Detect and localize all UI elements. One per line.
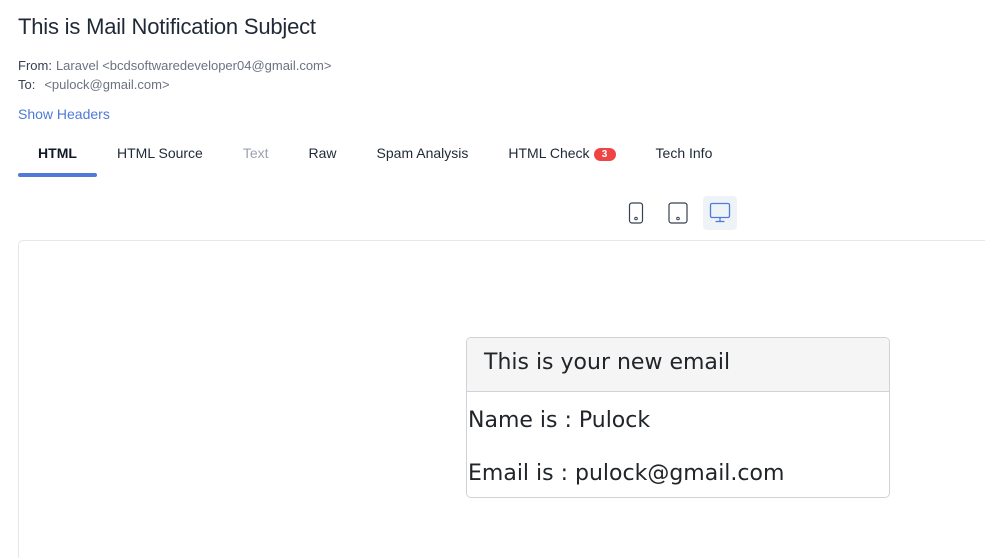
to-row: To: <pulock@gmail.com> (18, 77, 170, 92)
desktop-view-button[interactable] (703, 196, 737, 230)
html-check-count-badge: 3 (593, 148, 616, 161)
tab-spam-analysis[interactable]: Spam Analysis (377, 133, 469, 177)
to-label: To: (18, 77, 36, 92)
tablet-view-button[interactable] (661, 196, 695, 230)
email-body-card: This is your new email Name is : Pulock … (466, 337, 890, 498)
tab-text[interactable]: Text (243, 133, 269, 177)
tab-html-source[interactable]: HTML Source (117, 133, 203, 177)
tab-html-check-label: HTML Check (508, 145, 590, 161)
tablet-icon (668, 202, 688, 224)
tab-html[interactable]: HTML (18, 133, 97, 177)
from-label: From: (18, 58, 52, 73)
tab-tech-info[interactable]: Tech Info (656, 133, 713, 177)
email-name-line: Name is : Pulock (468, 408, 651, 433)
mobile-view-button[interactable] (619, 196, 653, 230)
email-address-line: Email is : pulock@gmail.com (468, 461, 785, 486)
email-card-heading: This is your new email (467, 338, 889, 392)
tab-html-check[interactable]: HTML Check 3 (508, 133, 616, 177)
to-value: <pulock@gmail.com> (44, 77, 170, 92)
tab-raw[interactable]: Raw (309, 133, 337, 177)
desktop-icon (709, 202, 731, 223)
from-value: Laravel <bcdsoftwaredeveloper04@gmail.co… (55, 58, 332, 73)
from-row: From: Laravel <bcdsoftwaredeveloper04@gma… (18, 58, 331, 73)
phone-icon (628, 202, 644, 224)
view-tabs: HTML HTML Source Text Raw Spam Analysis … (18, 133, 712, 177)
show-headers-link[interactable]: Show Headers (18, 106, 110, 122)
message-subject: This is Mail Notification Subject (18, 14, 316, 39)
